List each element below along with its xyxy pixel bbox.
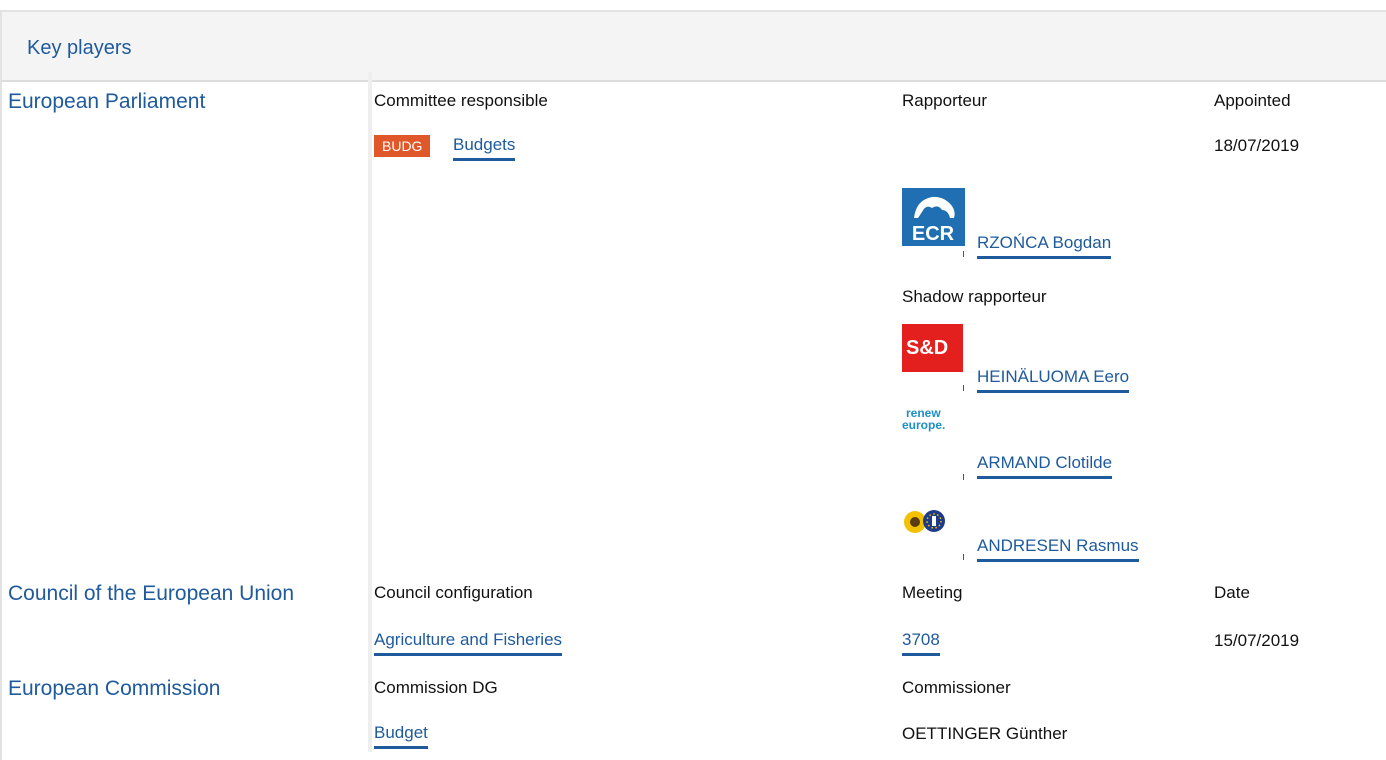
council-configuration-link[interactable]: Agriculture and Fisheries	[374, 630, 563, 656]
sd-group-logo: S&D	[902, 324, 963, 372]
institution-european-parliament: European Parliament	[8, 90, 206, 113]
appointed-header: Appointed	[1214, 91, 1291, 110]
greens-efa-sunflower-icon	[904, 510, 945, 533]
council-date: 15/07/2019	[1214, 631, 1300, 650]
logo-marker	[963, 251, 964, 257]
commission-dg-header: Commission DG	[374, 678, 498, 697]
committee-responsible-header: Committee responsible	[374, 91, 548, 110]
logo-marker	[963, 554, 964, 560]
section-title: Key players	[27, 37, 132, 59]
shadow-rapporteur-header: Shadow rapporteur	[902, 287, 1047, 306]
committee-badge: BUDG	[374, 135, 431, 157]
renew-group-logo: renew europe.	[902, 405, 964, 455]
shadow-rapporteur-link[interactable]: ARMAND Clotilde	[977, 453, 1113, 479]
meeting-header: Meeting	[902, 583, 963, 602]
institution-column	[0, 72, 372, 752]
shadow-rapporteur-link[interactable]: ANDRESEN Rasmus	[977, 536, 1139, 562]
institution-council: Council of the European Union	[8, 582, 295, 605]
greens-efa-icon	[902, 505, 948, 539]
commissioner-name: OETTINGER Günther	[902, 724, 1068, 743]
committee-link-budgets[interactable]: Budgets	[453, 135, 516, 161]
council-configuration-header: Council configuration	[374, 583, 533, 602]
meeting-link[interactable]: 3708	[902, 630, 940, 656]
appointed-date: 18/07/2019	[1214, 136, 1300, 155]
rapporteur-header: Rapporteur	[902, 91, 988, 110]
institution-commission: European Commission	[8, 677, 221, 700]
commissioner-header: Commissioner	[902, 678, 1011, 697]
renew-logo-line2: europe.	[902, 418, 946, 432]
shadow-rapporteur-link[interactable]: HEINÄLUOMA Eero	[977, 367, 1130, 393]
logo-marker	[963, 385, 964, 391]
ecr-lion-icon: ECR	[912, 196, 955, 245]
date-header: Date	[1214, 583, 1250, 602]
commission-dg-link[interactable]: Budget	[374, 723, 428, 749]
ecr-group-logo: ECR	[902, 188, 965, 246]
logo-marker	[963, 474, 964, 480]
ecr-logo-text: ECR	[912, 223, 955, 245]
rapporteur-link[interactable]: RZOŃCA Bogdan	[977, 233, 1112, 259]
sd-logo-text: S&D	[906, 337, 949, 359]
